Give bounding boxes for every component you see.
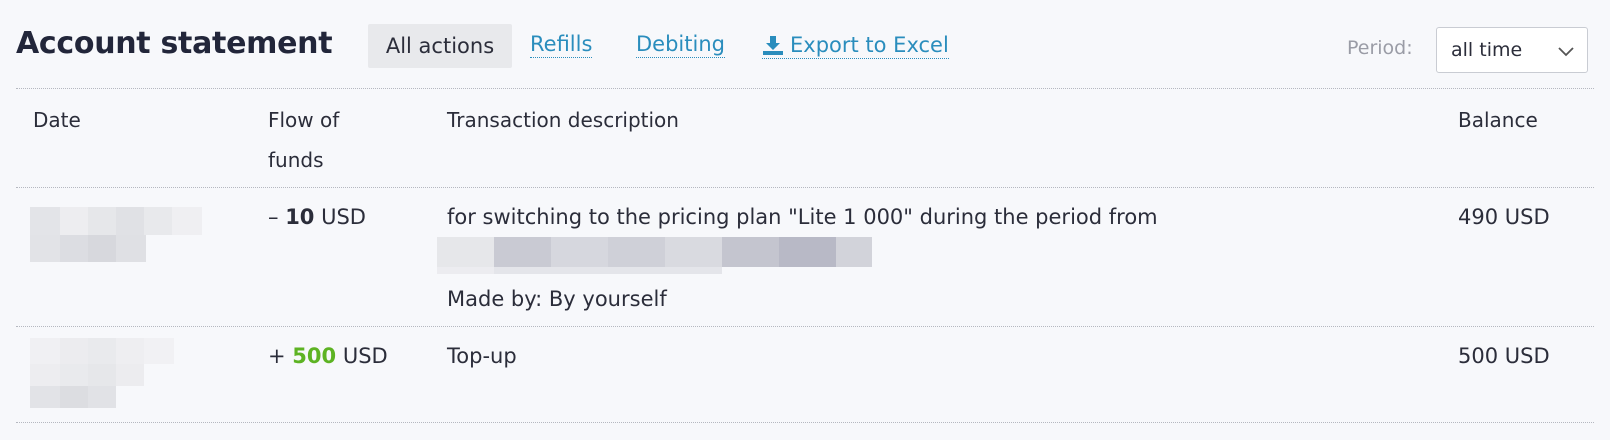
row-divider: [16, 326, 1594, 327]
page-title: Account statement: [16, 26, 333, 61]
flow-of-funds: – 10 USD: [268, 197, 366, 237]
flow-of-funds: + 500 USD: [268, 336, 388, 376]
balance-value: 490 USD: [1458, 205, 1550, 229]
filter-all-actions-label: All actions: [385, 34, 495, 58]
export-to-excel-link[interactable]: Export to Excel: [762, 34, 949, 59]
period-select-value: all time: [1451, 39, 1523, 61]
flow-currency: USD: [342, 344, 388, 368]
column-header-date: Date: [33, 108, 81, 132]
column-header-flow: Flow of funds: [268, 108, 340, 172]
row-divider: [16, 422, 1594, 423]
flow-sign: +: [268, 344, 286, 368]
made-by-text: Made by: By yourself: [447, 287, 667, 311]
filter-all-actions[interactable]: All actions: [368, 24, 512, 68]
redacted-period: [437, 229, 917, 274]
header-divider: [16, 88, 1594, 89]
balance-value: 500 USD: [1458, 344, 1550, 368]
filter-debiting[interactable]: Debiting: [636, 34, 725, 58]
period-select[interactable]: all time: [1436, 27, 1588, 73]
export-to-excel-label: Export to Excel: [790, 32, 949, 57]
redacted-date: [30, 191, 202, 269]
column-header-balance: Balance: [1458, 108, 1538, 132]
flow-currency: USD: [321, 205, 366, 229]
chevron-down-icon: [1558, 47, 1574, 57]
transaction-description: Top-up: [447, 344, 517, 368]
filter-refills[interactable]: Refills: [530, 34, 593, 58]
flow-sign: –: [268, 205, 279, 229]
flow-amount: 10: [285, 205, 315, 229]
page-header: Account statement All actions Refills De…: [0, 0, 1610, 90]
period-label: Period:: [1347, 37, 1413, 59]
redacted-date: [30, 330, 190, 408]
download-icon: [763, 36, 783, 55]
flow-amount: 500: [292, 344, 337, 368]
row-divider: [16, 187, 1594, 188]
column-header-description: Transaction description: [447, 108, 679, 132]
